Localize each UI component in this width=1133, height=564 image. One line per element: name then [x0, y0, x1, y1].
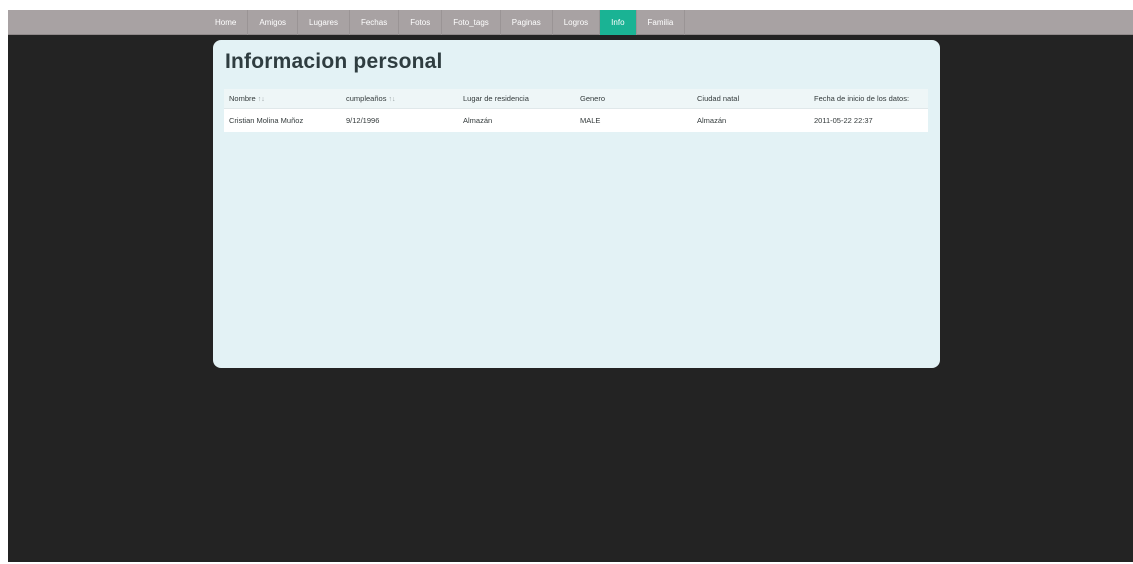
nav-item-amigos[interactable]: Amigos: [248, 10, 299, 35]
top-navbar: Home Amigos Lugares Fechas Fotos Foto_ta…: [8, 10, 1133, 35]
info-table: Nombre ↑↓ cumpleaños ↑↓ Lugar de residenci…: [224, 89, 928, 132]
cell-cumpleanos: 9/12/1996: [341, 108, 458, 132]
nav-item-info[interactable]: Info: [600, 10, 637, 35]
column-header-nombre[interactable]: Nombre ↑↓: [224, 89, 341, 109]
cell-genero: MALE: [575, 108, 692, 132]
sort-icon: ↑↓: [257, 95, 265, 103]
cell-ciudad-natal: Almazán: [692, 108, 809, 132]
column-header-fecha-inicio: Fecha de inicio de los datos:: [809, 89, 928, 109]
column-header-lugar-residencia: Lugar de residencia: [458, 89, 575, 109]
app-frame: Home Amigos Lugares Fechas Fotos Foto_ta…: [8, 10, 1133, 562]
column-header-cumpleanos[interactable]: cumpleaños ↑↓: [341, 89, 458, 109]
nav-item-fechas[interactable]: Fechas: [350, 10, 400, 35]
nav-item-familia[interactable]: Familia: [637, 10, 686, 35]
nav-item-home[interactable]: Home: [204, 10, 249, 35]
cell-fecha-inicio: 2011-05-22 22:37: [809, 108, 928, 132]
cell-nombre: Cristian Molina Muñoz: [224, 108, 341, 132]
sort-icon: ↑↓: [388, 95, 396, 103]
nav-item-paginas[interactable]: Paginas: [501, 10, 553, 35]
table-row: Cristian Molina Muñoz 9/12/1996 Almazán …: [224, 108, 928, 132]
column-header-ciudad-natal: Ciudad natal: [692, 89, 809, 109]
column-header-genero: Genero: [575, 89, 692, 109]
nav-item-fotos[interactable]: Fotos: [399, 10, 443, 35]
nav-item-foto-tags[interactable]: Foto_tags: [442, 10, 501, 35]
cell-lugar-residencia: Almazán: [458, 108, 575, 132]
page-title: Informacion personal: [225, 50, 443, 73]
nav-item-lugares[interactable]: Lugares: [298, 10, 350, 35]
table-header-row: Nombre ↑↓ cumpleaños ↑↓ Lugar de residenci…: [224, 89, 928, 109]
info-panel: Informacion personal Nombre ↑↓ cumpleaños…: [213, 40, 940, 368]
nav-item-logros[interactable]: Logros: [553, 10, 601, 35]
nav-list: Home Amigos Lugares Fechas Fotos Foto_ta…: [204, 10, 686, 35]
